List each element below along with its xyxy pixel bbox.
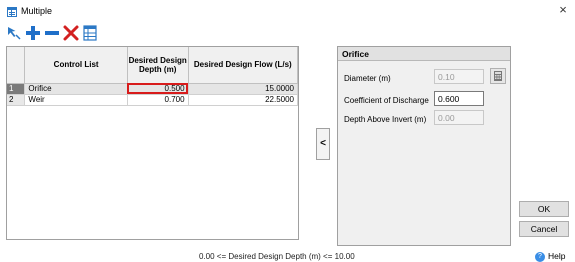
collapse-panel-button[interactable]: <: [316, 128, 330, 160]
row-header-corner: [7, 47, 26, 84]
remove-icon[interactable]: [43, 24, 61, 42]
diameter-field: 0.10: [434, 69, 484, 84]
table-icon: [7, 7, 17, 17]
title-bar: Multiple ×: [0, 0, 575, 22]
coefficient-label: Coefficient of Discharge: [344, 96, 429, 105]
delete-icon[interactable]: [62, 24, 80, 42]
column-header-control-list[interactable]: Control List: [24, 47, 128, 84]
window-title: Multiple: [21, 6, 53, 16]
status-text: 0.00 <= Desired Design Depth (m) <= 10.0…: [199, 252, 355, 261]
coefficient-field[interactable]: 0.600: [434, 91, 484, 106]
cell-control-name[interactable]: Weir: [24, 94, 128, 106]
close-icon[interactable]: ×: [556, 3, 570, 17]
column-header-flow[interactable]: Desired Design Flow (L/s): [188, 47, 299, 84]
help-label: Help: [548, 251, 566, 261]
ok-button[interactable]: OK: [519, 201, 569, 217]
cell-flow[interactable]: 15.0000: [188, 83, 299, 95]
cell-depth[interactable]: 0.500: [127, 83, 189, 95]
depth-above-invert-label: Depth Above Invert (m): [344, 115, 427, 124]
select-icon[interactable]: [5, 24, 23, 42]
control-grid[interactable]: Control List Desired Design Depth (m) De…: [6, 46, 299, 240]
cell-depth[interactable]: 0.700: [127, 94, 189, 106]
row-index[interactable]: 2: [7, 94, 26, 106]
diameter-label: Diameter (m): [344, 74, 391, 83]
table-row[interactable]: 2 Weir 0.700 22.5000: [7, 94, 299, 106]
grid-header-row: Control List Desired Design Depth (m) De…: [7, 47, 299, 84]
depth-above-invert-field: 0.00: [434, 110, 484, 125]
properties-panel: Orifice Diameter (m) 0.10 Coefficient of…: [337, 46, 511, 246]
cell-control-name[interactable]: Orifice: [24, 83, 128, 95]
cancel-button[interactable]: Cancel: [519, 221, 569, 237]
table-row[interactable]: 1 Orifice 0.500 15.0000: [7, 83, 299, 95]
row-index[interactable]: 1: [7, 83, 26, 95]
calculator-icon[interactable]: [490, 68, 506, 84]
cell-flow[interactable]: 22.5000: [188, 94, 299, 106]
add-icon[interactable]: [24, 24, 42, 42]
table-icon[interactable]: [81, 24, 99, 42]
help-link[interactable]: ? Help: [535, 251, 565, 262]
help-icon: ?: [535, 251, 545, 262]
column-header-depth[interactable]: Desired Design Depth (m): [127, 47, 189, 84]
panel-title: Orifice: [338, 47, 510, 61]
toolbar: [0, 24, 120, 44]
